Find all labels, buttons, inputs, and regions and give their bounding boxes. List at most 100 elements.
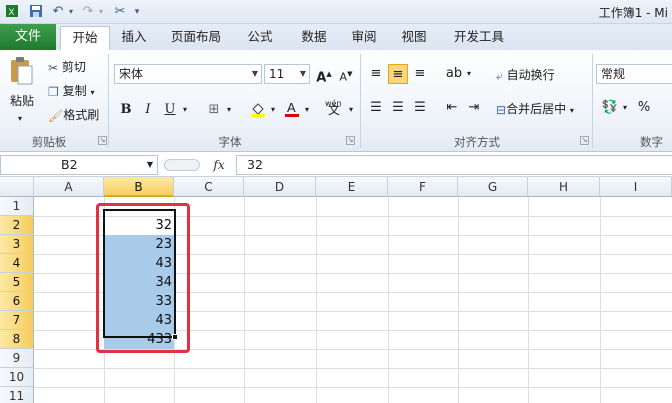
align-bottom-icon[interactable]: ≡ xyxy=(410,64,430,84)
quick-access-dropdown-icon[interactable]: ▾ xyxy=(132,4,142,20)
column-header[interactable]: E xyxy=(316,177,388,197)
row-header-selected[interactable]: 5 xyxy=(0,273,34,292)
row-header-selected[interactable]: 3 xyxy=(0,235,34,254)
column-header[interactable]: C xyxy=(174,177,244,197)
merge-icon: ⊟ xyxy=(496,102,507,117)
font-size-value: 11 xyxy=(269,67,285,81)
merge-center-button[interactable]: ⊟合并后居中 ▾ xyxy=(496,100,574,120)
row-header[interactable]: 11 xyxy=(0,387,34,403)
tab-data[interactable]: 数据 xyxy=(290,24,338,50)
paste-button[interactable]: 粘贴 xyxy=(10,92,34,110)
font-color-dropdown-icon[interactable]: ▾ xyxy=(302,100,312,120)
align-top-icon[interactable]: ≡ xyxy=(366,64,386,84)
excel-window: X ↶ ▾ ↷ ▾ ✂ ▾ 工作簿1 - Mi 文件 开始 插入 页面布局 公式… xyxy=(0,0,672,403)
row-header[interactable]: 9 xyxy=(0,349,34,368)
highlight-annotation xyxy=(96,203,190,353)
phonetic-dropdown-icon[interactable]: ▾ xyxy=(346,100,356,120)
tab-insert[interactable]: 插入 xyxy=(112,24,156,50)
column-header[interactable]: A xyxy=(34,177,104,197)
cut-button[interactable]: ✂ 剪切 xyxy=(48,58,86,77)
tab-review[interactable]: 审阅 xyxy=(342,24,386,50)
cut-label: 剪切 xyxy=(61,60,86,74)
redo-dropdown-icon[interactable]: ▾ xyxy=(96,4,106,20)
align-right-icon[interactable]: ☰ xyxy=(410,98,430,118)
shrink-font-icon[interactable]: A▼ xyxy=(336,64,356,84)
formula-input[interactable]: 32 xyxy=(236,155,672,175)
percent-button[interactable]: % xyxy=(634,98,654,118)
format-painter-button[interactable]: 🖌格式刷 xyxy=(48,106,99,125)
borders-dropdown-icon[interactable]: ▾ xyxy=(224,100,234,120)
italic-button[interactable]: I xyxy=(138,100,158,120)
row-header-selected[interactable]: 6 xyxy=(0,292,34,311)
name-box[interactable]: B2 ▼ xyxy=(0,155,158,175)
tab-view[interactable]: 视图 xyxy=(392,24,436,50)
column-header-selected[interactable]: B xyxy=(104,177,174,197)
column-header[interactable]: I xyxy=(600,177,672,197)
fill-color-icon[interactable] xyxy=(248,100,268,120)
svg-text:A: A xyxy=(287,100,296,115)
number-format-select[interactable]: 常规 xyxy=(596,64,672,84)
paste-icon[interactable] xyxy=(8,56,36,86)
column-header[interactable]: F xyxy=(388,177,458,197)
gridline xyxy=(316,197,317,403)
wrap-text-button[interactable]: ⤶ 自动换行 xyxy=(496,66,555,85)
select-all-corner[interactable] xyxy=(0,177,34,197)
currency-dropdown-icon[interactable]: ▾ xyxy=(620,98,630,118)
underline-button[interactable]: U xyxy=(160,100,180,120)
orientation-dropdown-icon[interactable]: ▾ xyxy=(464,64,474,84)
tab-file[interactable]: 文件 xyxy=(0,24,56,50)
align-left-icon[interactable]: ☰ xyxy=(366,98,386,118)
formula-bar-handle[interactable] xyxy=(164,159,200,171)
gridline xyxy=(600,197,601,403)
redo-icon[interactable]: ↷ xyxy=(80,4,96,20)
gridline xyxy=(458,197,459,403)
underline-dropdown-icon[interactable]: ▾ xyxy=(180,100,190,120)
name-box-value: B2 xyxy=(61,157,78,172)
row-header[interactable]: 1 xyxy=(0,197,34,216)
font-name-select[interactable]: 宋体 ▼ xyxy=(114,64,262,84)
row-header[interactable]: 10 xyxy=(0,368,34,387)
customize-icon[interactable]: ✂ xyxy=(112,4,128,20)
decrease-indent-icon[interactable]: ⇤ xyxy=(442,98,462,118)
alignment-launcher-icon[interactable]: ↘ xyxy=(580,136,589,145)
column-header[interactable]: H xyxy=(528,177,600,197)
ribbon-tabs: 文件 开始 插入 页面布局 公式 数据 审阅 视图 开发工具 xyxy=(0,24,672,50)
font-size-select[interactable]: 11 ▼ xyxy=(264,64,310,84)
title-bar: X ↶ ▾ ↷ ▾ ✂ ▾ 工作簿1 - Mi xyxy=(0,0,672,24)
column-header[interactable]: D xyxy=(244,177,316,197)
row-header-selected[interactable]: 8 xyxy=(0,330,34,349)
tab-home[interactable]: 开始 xyxy=(60,26,110,50)
clipboard-launcher-icon[interactable]: ↘ xyxy=(98,136,107,145)
number-group-label: 数字 xyxy=(640,135,663,149)
tab-formulas[interactable]: 公式 xyxy=(236,24,284,50)
font-color-icon[interactable]: A xyxy=(282,100,302,120)
fill-color-dropdown-icon[interactable]: ▾ xyxy=(268,100,278,120)
borders-icon[interactable]: ⊞ xyxy=(204,100,224,120)
row-header-selected[interactable]: 7 xyxy=(0,311,34,330)
insert-function-button[interactable]: fx xyxy=(206,155,232,175)
undo-dropdown-icon[interactable]: ▾ xyxy=(66,4,76,20)
excel-logo-icon: X xyxy=(4,4,20,20)
tab-page-layout[interactable]: 页面布局 xyxy=(162,24,230,50)
orientation-icon[interactable]: ab xyxy=(444,64,464,84)
grow-font-icon[interactable]: A▲ xyxy=(314,64,334,85)
align-middle-icon[interactable]: ≡ xyxy=(388,64,408,84)
tab-developer[interactable]: 开发工具 xyxy=(446,24,512,50)
row-header-selected[interactable]: 2 xyxy=(0,216,34,235)
align-center-icon[interactable]: ☰ xyxy=(388,98,408,118)
window-title: 工作簿1 - Mi xyxy=(598,6,668,20)
column-header[interactable]: G xyxy=(458,177,528,197)
save-icon[interactable] xyxy=(28,4,44,20)
paste-dropdown-icon[interactable]: ▾ xyxy=(18,110,22,128)
bold-button[interactable]: B xyxy=(116,100,136,120)
font-launcher-icon[interactable]: ↘ xyxy=(346,136,355,145)
alignment-group-label: 对齐方式 xyxy=(454,135,500,149)
increase-indent-icon[interactable]: ⇥ xyxy=(464,98,484,118)
phonetic-icon[interactable]: wén 文 xyxy=(322,99,346,120)
copy-button[interactable]: ❐ 复制 ▾ xyxy=(48,82,94,102)
gridline xyxy=(388,197,389,403)
currency-icon[interactable]: 💱 xyxy=(600,98,620,118)
chevron-down-icon: ▼ xyxy=(299,69,306,78)
undo-icon[interactable]: ↶ xyxy=(50,4,66,20)
row-header-selected[interactable]: 4 xyxy=(0,254,34,273)
